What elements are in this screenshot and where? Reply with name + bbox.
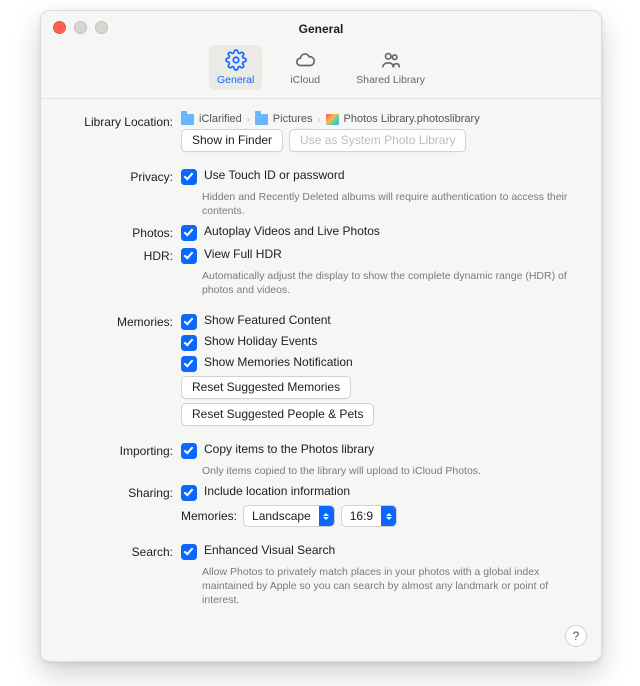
show-in-finder-button[interactable]: Show in Finder xyxy=(181,129,283,152)
gear-icon xyxy=(225,49,247,71)
use-as-system-library-button: Use as System Photo Library xyxy=(289,129,466,152)
settings-tabs: General iCloud Shared Library xyxy=(41,41,601,99)
touch-id-desc: Hidden and Recently Deleted albums will … xyxy=(202,190,581,218)
window-title: General xyxy=(299,22,344,36)
memories-orientation-value: Landscape xyxy=(244,509,319,523)
zoom-window-button[interactable] xyxy=(95,21,108,34)
memories-orientation-select[interactable]: Landscape xyxy=(243,505,335,527)
checkbox-holiday[interactable] xyxy=(181,335,197,351)
memories-aspect-value: 16:9 xyxy=(342,509,381,523)
tab-shared-library-label: Shared Library xyxy=(356,74,425,86)
chevron-right-icon: › xyxy=(318,114,321,124)
breadcrumb-seg-0: iClarified xyxy=(199,113,242,125)
reset-suggested-people-button[interactable]: Reset Suggested People & Pets xyxy=(181,403,374,426)
checkbox-mem-notif-label: Show Memories Notification xyxy=(204,355,353,369)
select-stepper-icon xyxy=(381,506,396,526)
checkbox-location[interactable] xyxy=(181,485,197,501)
help-button[interactable]: ? xyxy=(565,625,587,647)
label-importing: Importing: xyxy=(61,442,181,458)
close-window-button[interactable] xyxy=(53,21,66,34)
checkbox-featured[interactable] xyxy=(181,314,197,330)
label-library-location: Library Location: xyxy=(61,113,181,129)
folder-icon xyxy=(181,114,194,125)
window-controls xyxy=(53,21,108,34)
checkbox-touch-id-label: Use Touch ID or password xyxy=(204,168,345,182)
checkbox-mem-notif[interactable] xyxy=(181,356,197,372)
library-path: iClarified › Pictures › Photos Library.p… xyxy=(181,113,581,125)
breadcrumb-seg-2: Photos Library.photoslibrary xyxy=(344,113,480,125)
tab-shared-library[interactable]: Shared Library xyxy=(348,45,433,90)
reset-suggested-memories-button[interactable]: Reset Suggested Memories xyxy=(181,376,351,399)
copy-items-desc: Only items copied to the library will up… xyxy=(202,464,581,478)
people-icon xyxy=(380,49,402,71)
checkbox-location-label: Include location information xyxy=(204,484,350,498)
chevron-right-icon: › xyxy=(247,114,250,124)
label-memories: Memories: xyxy=(61,313,181,329)
checkbox-copy-items-label: Copy items to the Photos library xyxy=(204,442,374,456)
checkbox-holiday-label: Show Holiday Events xyxy=(204,334,317,348)
checkbox-hdr-label: View Full HDR xyxy=(204,247,282,261)
checkbox-touch-id[interactable] xyxy=(181,169,197,185)
label-hdr: HDR: xyxy=(61,247,181,263)
checkbox-visual-search-label: Enhanced Visual Search xyxy=(204,543,335,557)
label-search: Search: xyxy=(61,543,181,559)
tab-icloud-label: iCloud xyxy=(290,74,320,86)
breadcrumb-seg-1: Pictures xyxy=(273,113,313,125)
sharing-memories-label: Memories: xyxy=(181,509,237,523)
memories-aspect-select[interactable]: 16:9 xyxy=(341,505,397,527)
hdr-desc: Automatically adjust the display to show… xyxy=(202,269,581,297)
checkbox-hdr[interactable] xyxy=(181,248,197,264)
checkbox-visual-search[interactable] xyxy=(181,544,197,560)
cloud-icon xyxy=(294,49,316,71)
photos-library-icon xyxy=(326,114,339,125)
minimize-window-button[interactable] xyxy=(74,21,87,34)
settings-window: General General iCloud Shared Library Li… xyxy=(40,10,602,662)
checkbox-copy-items[interactable] xyxy=(181,443,197,459)
checkbox-autoplay[interactable] xyxy=(181,225,197,241)
search-desc: Allow Photos to privately match places i… xyxy=(202,565,581,607)
select-stepper-icon xyxy=(319,506,334,526)
tab-icloud[interactable]: iCloud xyxy=(282,45,328,90)
tab-general-label: General xyxy=(217,74,254,86)
checkbox-autoplay-label: Autoplay Videos and Live Photos xyxy=(204,224,380,238)
label-photos: Photos: xyxy=(61,224,181,240)
tab-general[interactable]: General xyxy=(209,45,262,90)
label-sharing: Sharing: xyxy=(61,484,181,500)
label-privacy: Privacy: xyxy=(61,168,181,184)
checkbox-featured-label: Show Featured Content xyxy=(204,313,331,327)
titlebar: General xyxy=(41,11,601,41)
folder-icon xyxy=(255,114,268,125)
settings-content: Library Location: iClarified › Pictures … xyxy=(41,99,601,633)
